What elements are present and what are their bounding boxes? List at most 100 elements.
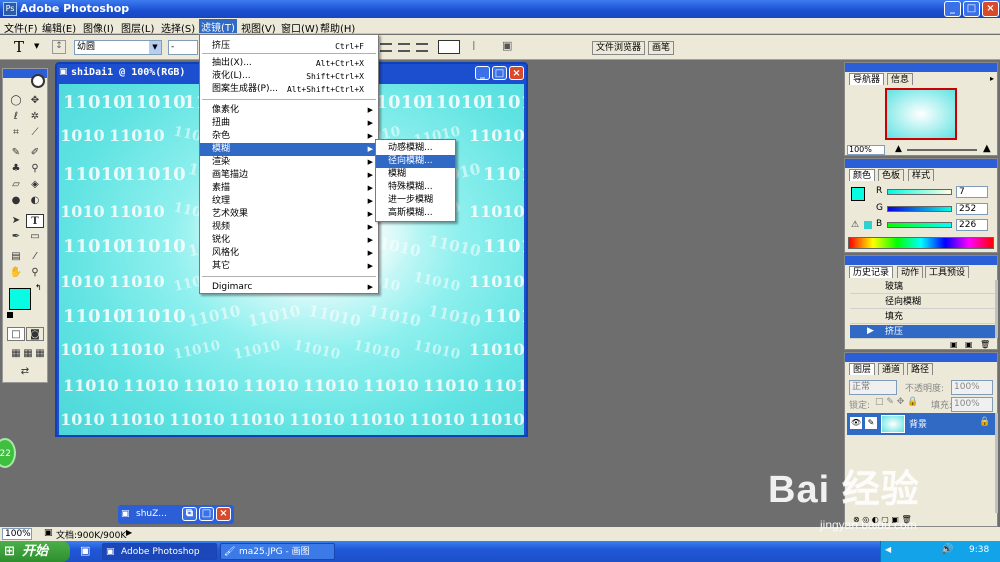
mini-close-button[interactable]: ×: [216, 507, 231, 521]
marquee-tool-icon[interactable]: ◯: [7, 94, 25, 108]
filter-menu-item[interactable]: 像素化 ▶: [200, 104, 378, 117]
tab-info[interactable]: 信息: [887, 73, 914, 85]
start-button[interactable]: ⊞ 开始: [0, 541, 70, 562]
jump-to-imageready-icon[interactable]: ⇄: [7, 365, 43, 379]
filter-menu-item[interactable]: 视频 ▶: [200, 221, 378, 234]
layer-row[interactable]: 👁 ✎ 背景 🔒: [847, 413, 995, 435]
pen-tool-icon[interactable]: ✒: [7, 230, 25, 244]
color-fg-swatch[interactable]: [851, 187, 865, 201]
blur-tool-icon[interactable]: ●: [7, 194, 25, 208]
align-center-icon[interactable]: [398, 43, 410, 52]
mini-maximize-button[interactable]: □: [199, 507, 214, 521]
warp-text-icon[interactable]: Ⅰ: [472, 39, 476, 53]
layers-scrollbar[interactable]: [995, 413, 998, 513]
filter-menu-item[interactable]: 扭曲 ▶: [200, 117, 378, 130]
show-desktop-icon[interactable]: ▣: [80, 544, 90, 557]
brush-tool-icon[interactable]: ✐: [26, 146, 44, 160]
eraser-tool-icon[interactable]: ▱: [7, 178, 25, 192]
history-scrollbar[interactable]: [995, 280, 998, 338]
tab-tool-presets[interactable]: 工具预设: [925, 266, 970, 278]
photoshop-icon[interactable]: Ps: [3, 2, 17, 16]
brushes-tab[interactable]: 画笔: [648, 41, 675, 55]
maximize-button[interactable]: □: [963, 1, 980, 17]
lock-icons[interactable]: □ ✎ ✥ 🔒: [875, 397, 918, 407]
tab-styles[interactable]: 样式: [908, 169, 935, 181]
floating-badge[interactable]: 22: [0, 438, 16, 468]
tab-swatches[interactable]: 色板: [878, 169, 905, 181]
font-family-select[interactable]: 幼圆 ▼: [74, 40, 162, 55]
history-item[interactable]: 玻璃: [850, 280, 995, 294]
filter-menu-item[interactable]: 艺术效果 ▶: [200, 208, 378, 221]
gamut-warning-icon[interactable]: ⚠: [851, 220, 859, 230]
filter-menu-item[interactable]: Digimarc ▶: [200, 281, 378, 294]
filter-menu-item[interactable]: 素描 ▶: [200, 182, 378, 195]
blur-submenu-item[interactable]: 径向模糊...: [376, 155, 455, 168]
dodge-tool-icon[interactable]: ◐: [26, 194, 44, 208]
r-slider[interactable]: [887, 189, 952, 195]
standard-mode-icon[interactable]: □: [7, 327, 25, 341]
filter-menu-item[interactable]: 风格化 ▶: [200, 247, 378, 260]
foreground-color-swatch[interactable]: [9, 288, 31, 310]
default-colors-icon[interactable]: [7, 312, 13, 318]
blur-submenu-item[interactable]: 特殊模糊...: [376, 181, 455, 194]
palette-toggle-icon[interactable]: ▣: [502, 39, 512, 52]
color-spectrum-bar[interactable]: [848, 237, 994, 249]
history-state-pointer-icon[interactable]: ▶: [867, 326, 874, 336]
menu-help[interactable]: 帮助(H): [320, 20, 355, 35]
tab-color[interactable]: 颜色: [849, 169, 876, 181]
magic-wand-tool-icon[interactable]: ✲: [26, 110, 44, 124]
filter-menu-item[interactable]: 抽出(X)... Alt+Ctrl+X: [200, 57, 378, 70]
menu-image[interactable]: 图像(I): [83, 20, 114, 35]
text-orientation-icon[interactable]: ↕: [52, 40, 66, 54]
lasso-tool-icon[interactable]: ℓ: [7, 110, 25, 124]
photoshop-eye-icon[interactable]: [31, 74, 45, 88]
tab-history[interactable]: 历史记录: [849, 266, 894, 278]
zoom-tool-icon[interactable]: ⚲: [26, 266, 44, 280]
gamut-color-swatch[interactable]: [864, 221, 872, 229]
navigator-zoom-field[interactable]: 100%: [847, 145, 885, 155]
file-browser-tab[interactable]: 文件浏览器: [592, 41, 646, 55]
zoom-out-icon[interactable]: ▲: [895, 144, 902, 154]
brush-link-icon[interactable]: ✎: [865, 417, 877, 429]
filter-menu-item[interactable]: 液化(L)... Shift+Ctrl+X: [200, 70, 378, 83]
tray-arrow-icon[interactable]: ◀: [885, 545, 891, 554]
doc-maximize-button[interactable]: □: [492, 66, 507, 80]
menu-layer[interactable]: 图层(L): [121, 20, 154, 35]
path-selection-tool-icon[interactable]: ➤: [7, 214, 25, 228]
text-color-swatch[interactable]: [438, 40, 460, 54]
tab-actions[interactable]: 动作: [897, 266, 924, 278]
notes-tool-icon[interactable]: ▤: [7, 250, 25, 264]
filter-menu-item[interactable]: 锐化 ▶: [200, 234, 378, 247]
tool-preset-arrow-icon[interactable]: ▼: [34, 42, 39, 50]
align-right-icon[interactable]: [416, 43, 428, 52]
close-button[interactable]: ×: [982, 1, 999, 17]
filter-menu-item[interactable]: 图案生成器(P)... Alt+Shift+Ctrl+X: [200, 83, 378, 96]
zoom-field[interactable]: 100%: [2, 528, 32, 540]
menu-file[interactable]: 文件(F): [4, 20, 38, 35]
navigator-thumbnail[interactable]: [885, 88, 957, 140]
g-value-field[interactable]: 252: [956, 203, 988, 215]
crop-tool-icon[interactable]: ⌗: [7, 126, 25, 140]
task-photoshop[interactable]: ▣ Adobe Photoshop: [102, 543, 217, 560]
b-slider[interactable]: [887, 222, 952, 228]
type-tool-icon[interactable]: T: [14, 38, 24, 56]
new-document-icon[interactable]: ▣: [950, 340, 958, 349]
filter-menu-item[interactable]: 挤压 Ctrl+F: [200, 40, 378, 53]
blur-submenu-item[interactable]: 动感模糊...: [376, 142, 455, 155]
eyedropper-tool-icon[interactable]: ⁄: [26, 250, 44, 264]
history-item[interactable]: 填充: [850, 310, 995, 324]
opacity-field[interactable]: 100%: [951, 380, 993, 395]
status-menu-arrow-icon[interactable]: ▶: [126, 528, 132, 537]
filter-menu-item[interactable]: 纹理 ▶: [200, 195, 378, 208]
swap-colors-icon[interactable]: ↰: [35, 283, 42, 292]
tab-layers[interactable]: 图层: [849, 363, 876, 375]
blend-mode-select[interactable]: 正常: [849, 380, 897, 395]
filter-menu-item[interactable]: 画笔描边 ▶: [200, 169, 378, 182]
fill-field[interactable]: 100%: [951, 397, 993, 412]
menu-filter[interactable]: 滤镜(T): [199, 19, 237, 34]
align-left-icon[interactable]: [380, 43, 392, 52]
filter-menu-item[interactable]: 其它 ▶: [200, 260, 378, 273]
chevron-down-icon[interactable]: ▼: [149, 41, 161, 54]
quick-mask-icon[interactable]: ◙: [26, 327, 44, 341]
minimized-document[interactable]: ▣ shuZ... ⧉ □ ×: [118, 505, 234, 524]
